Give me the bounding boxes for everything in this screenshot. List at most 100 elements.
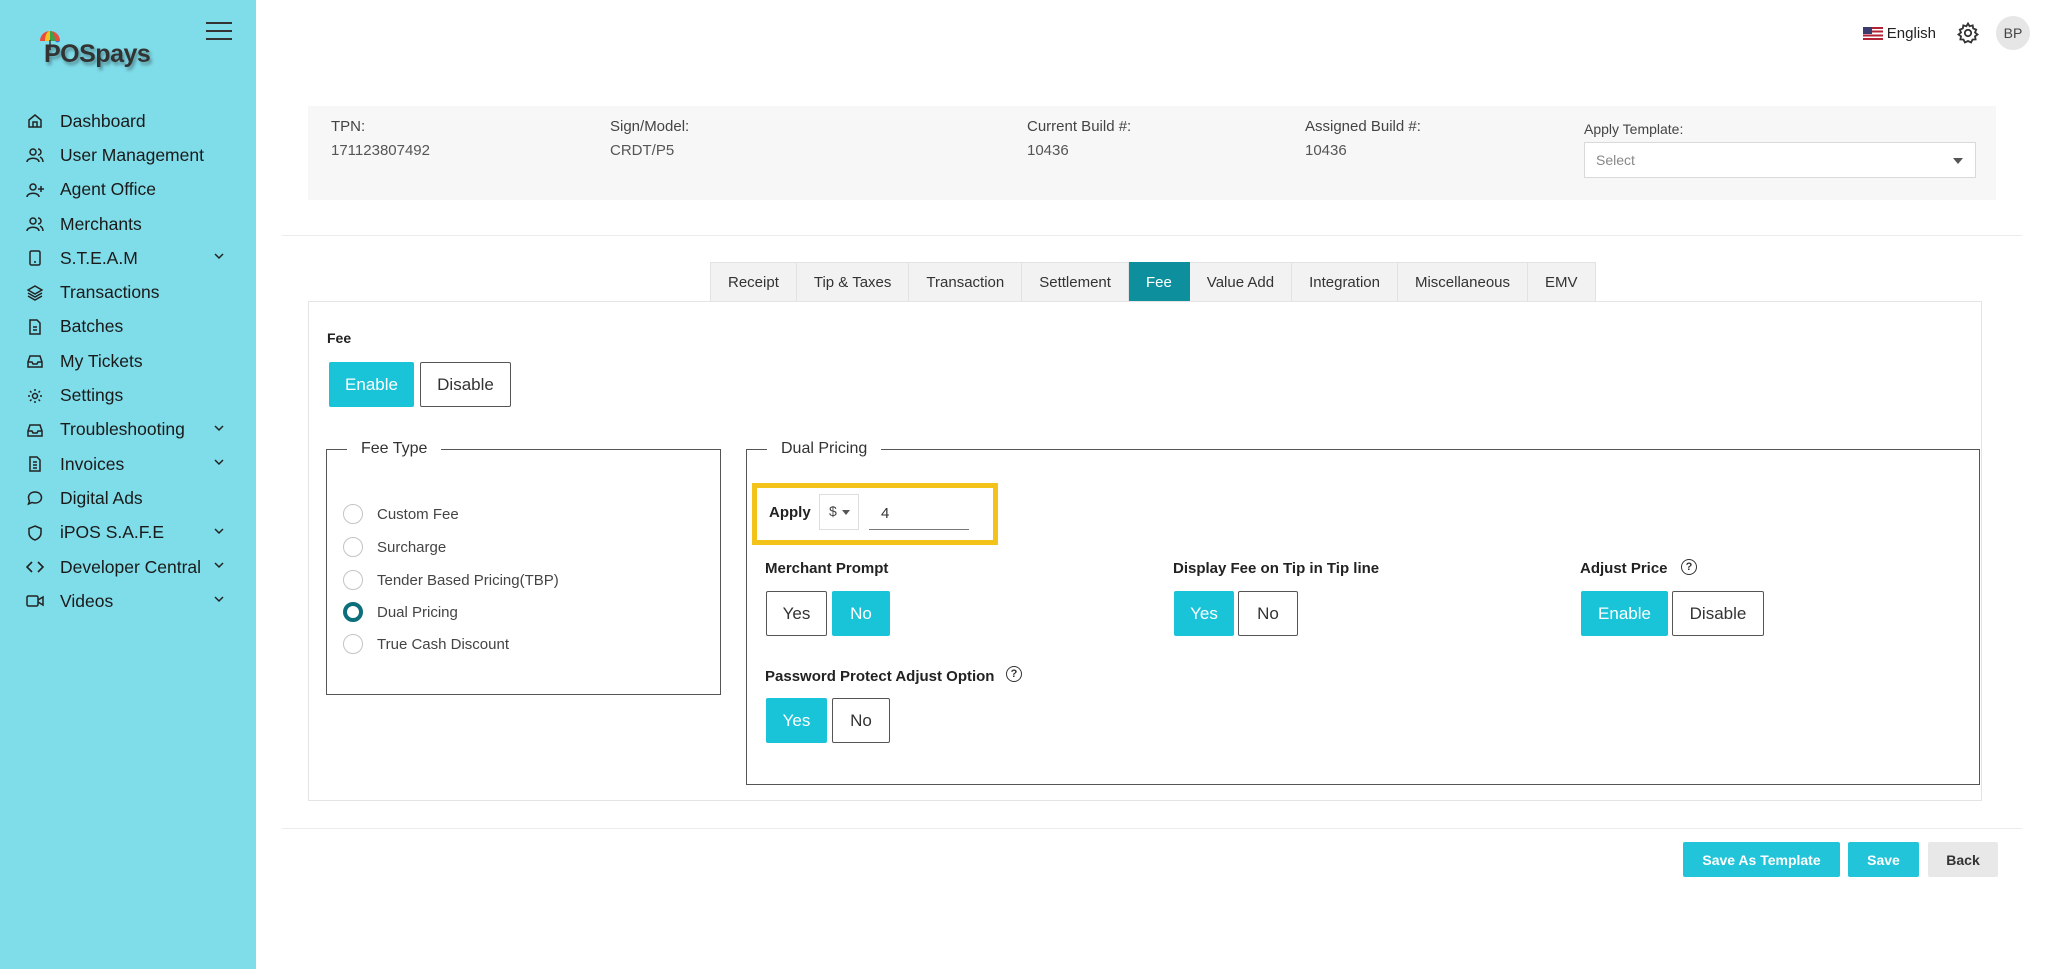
display-fee-yes-button[interactable]: Yes: [1174, 591, 1234, 636]
adjust-price-label: Adjust Price: [1580, 560, 1668, 577]
divider: [282, 828, 2022, 829]
model-value: CRDT/P5: [610, 142, 675, 159]
sidebar-item-label: Dashboard: [60, 110, 146, 131]
sidebar-item-user-management[interactable]: User Management: [0, 138, 256, 172]
sidebar-item-videos[interactable]: Videos: [0, 584, 256, 618]
save-button[interactable]: Save: [1848, 842, 1919, 877]
password-protect-yes-button[interactable]: Yes: [766, 698, 827, 743]
radio-true-cash-discount[interactable]: True Cash Discount: [343, 634, 509, 654]
inbox-icon: [26, 352, 44, 370]
radio-button[interactable]: [343, 634, 363, 654]
assigned-build-field: Assigned Build #: 10436: [1305, 118, 1421, 159]
tab-miscellaneous[interactable]: Miscellaneous: [1397, 262, 1529, 302]
apply-unit-select[interactable]: $: [819, 494, 859, 530]
merchant-prompt-no-button[interactable]: No: [832, 591, 890, 636]
shield-icon: [26, 524, 44, 542]
us-flag-icon: [1862, 26, 1883, 40]
tab-tip-taxes[interactable]: Tip & Taxes: [796, 262, 910, 302]
sidebar-item-steam[interactable]: S.T.E.A.M: [0, 241, 256, 275]
apply-amount-input[interactable]: [869, 498, 969, 530]
current-build-field: Current Build #: 10436: [1027, 118, 1131, 159]
radio-tender-based-pricing[interactable]: Tender Based Pricing(TBP): [343, 570, 559, 590]
ipospays-logo[interactable]: POSpays: [36, 26, 176, 72]
help-icon[interactable]: ?: [1006, 666, 1022, 682]
menu-toggle-icon[interactable]: [206, 22, 232, 42]
video-icon: [26, 592, 44, 610]
radio-surcharge[interactable]: Surcharge: [343, 537, 446, 557]
radio-label: True Cash Discount: [377, 635, 509, 653]
sidebar-item-digital-ads[interactable]: Digital Ads: [0, 481, 256, 515]
sidebar-item-troubleshooting[interactable]: Troubleshooting: [0, 413, 256, 447]
password-protect-no-button[interactable]: No: [832, 698, 890, 743]
radio-button[interactable]: [343, 504, 363, 524]
sidebar-item-label: Developer Central: [60, 556, 202, 577]
layers-icon: [26, 284, 44, 302]
tab-integration[interactable]: Integration: [1292, 262, 1398, 302]
tab-emv[interactable]: EMV: [1528, 262, 1596, 302]
caret-down-icon: [1953, 158, 1963, 164]
current-build-label: Current Build #:: [1027, 118, 1132, 135]
logo-text: POSpays: [44, 40, 151, 68]
inbox-icon: [26, 421, 44, 439]
radio-button[interactable]: [343, 537, 363, 557]
code-icon: [26, 558, 44, 576]
apply-unit-value: $: [829, 503, 837, 519]
fee-type-group: Fee Type: [326, 440, 721, 695]
fee-enable-button[interactable]: Enable: [329, 362, 414, 407]
tab-fee[interactable]: Fee: [1128, 262, 1190, 302]
radio-dual-pricing[interactable]: Dual Pricing: [343, 602, 458, 622]
tab-receipt[interactable]: Receipt: [710, 262, 797, 302]
save-as-template-button[interactable]: Save As Template: [1683, 842, 1840, 877]
sidebar-item-ipos-safe[interactable]: iPOS S.A.F.E: [0, 516, 256, 550]
merchant-prompt-label: Merchant Prompt: [765, 560, 889, 577]
users-icon: [26, 215, 44, 233]
display-fee-no-button[interactable]: No: [1238, 591, 1298, 636]
apply-template-select[interactable]: Select: [1584, 142, 1976, 178]
sidebar-item-transactions[interactable]: Transactions: [0, 275, 256, 309]
chevron-down-icon: [214, 528, 224, 534]
chevron-down-icon: [214, 253, 224, 260]
sidebar-item-developer-central[interactable]: Developer Central: [0, 550, 256, 584]
help-icon[interactable]: ?: [1681, 559, 1697, 575]
sidebar-item-label: Settings: [60, 385, 124, 406]
current-build-value: 10436: [1027, 142, 1069, 159]
users-icon: [26, 146, 44, 164]
apply-label: Apply: [769, 504, 811, 521]
sidebar-item-label: iPOS S.A.F.E: [60, 522, 165, 543]
fee-disable-button[interactable]: Disable: [420, 362, 511, 407]
radio-label: Surcharge: [377, 538, 447, 556]
sidebar-item-invoices[interactable]: Invoices: [0, 447, 256, 481]
sidebar-item-batches[interactable]: Batches: [0, 310, 256, 344]
radio-custom-fee[interactable]: Custom Fee: [343, 504, 459, 524]
tpn-field: TPN: 171123807492: [331, 118, 430, 159]
model-label: Sign/Model:: [610, 118, 690, 135]
language-selector[interactable]: English: [1862, 25, 1956, 42]
apply-template-placeholder: Select: [1596, 152, 1635, 168]
radio-label: Custom Fee: [377, 505, 459, 523]
apply-fee-highlight: Apply $: [752, 483, 998, 545]
radio-label: Tender Based Pricing(TBP): [377, 571, 559, 589]
adjust-price-enable-button[interactable]: Enable: [1581, 591, 1668, 636]
sidebar-item-my-tickets[interactable]: My Tickets: [0, 344, 256, 378]
document-icon: [26, 455, 44, 473]
sidebar-item-agent-office[interactable]: Agent Office: [0, 173, 256, 207]
sidebar-item-settings[interactable]: Settings: [0, 378, 256, 412]
merchant-prompt-yes-button[interactable]: Yes: [766, 591, 827, 636]
radio-button[interactable]: [343, 570, 363, 590]
settings-tabs: Receipt Tip & Taxes Transaction Settleme…: [710, 262, 1596, 302]
sidebar-item-merchants[interactable]: Merchants: [0, 207, 256, 241]
tab-value-add[interactable]: Value Add: [1189, 262, 1293, 302]
sidebar-item-label: Troubleshooting: [60, 419, 185, 440]
sidebar-item-label: Merchants: [60, 213, 142, 234]
sidebar-item-dashboard[interactable]: Dashboard: [0, 104, 256, 138]
tab-settlement[interactable]: Settlement: [1022, 262, 1129, 302]
tab-transaction[interactable]: Transaction: [909, 262, 1023, 302]
adjust-price-disable-button[interactable]: Disable: [1672, 591, 1764, 636]
gear-icon[interactable]: [1956, 21, 1980, 45]
message-icon: [26, 489, 44, 507]
password-protect-label: Password Protect Adjust Option: [765, 668, 995, 685]
avatar[interactable]: BP: [1996, 16, 2030, 50]
back-button[interactable]: Back: [1928, 842, 1998, 877]
apply-template-label: Apply Template:: [1584, 121, 1684, 137]
radio-button-checked[interactable]: [343, 602, 363, 622]
